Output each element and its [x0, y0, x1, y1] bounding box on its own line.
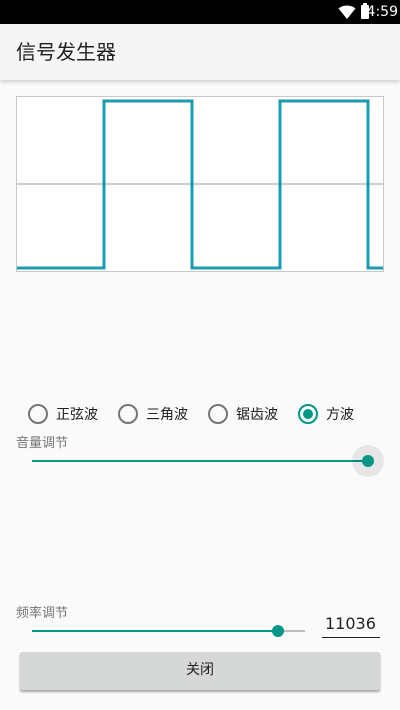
wifi-icon	[338, 5, 356, 19]
status-time: 4:59	[366, 4, 398, 20]
radio-circle-icon[interactable]	[208, 404, 228, 424]
status-bar: 4:59	[0, 0, 400, 24]
frequency-slider-thumb[interactable]	[272, 625, 284, 637]
volume-slider-fill	[32, 460, 368, 462]
radio-sawtooth[interactable]: 锯齿波	[208, 402, 278, 426]
volume-slider-thumb[interactable]	[362, 455, 374, 467]
radio-checked-icon[interactable]	[298, 404, 318, 424]
close-button[interactable]: 关闭	[20, 652, 380, 690]
app-title: 信号发生器	[16, 40, 116, 64]
frequency-slider-fill	[32, 630, 278, 632]
radio-triangle[interactable]: 三角波	[118, 402, 188, 426]
radio-sine-label: 正弦波	[56, 407, 98, 423]
wave-type-radio-group: 正弦波 三角波 锯齿波 方波	[28, 402, 388, 426]
frequency-slider[interactable]	[32, 619, 305, 643]
radio-circle-icon[interactable]	[118, 404, 138, 424]
waveform-display	[16, 96, 384, 272]
radio-square-label: 方波	[326, 407, 354, 423]
radio-sawtooth-label: 锯齿波	[236, 407, 278, 423]
frequency-input[interactable]: 11036	[322, 610, 380, 638]
volume-slider[interactable]	[32, 445, 384, 477]
radio-circle-icon[interactable]	[28, 404, 48, 424]
radio-square[interactable]: 方波	[298, 402, 354, 426]
radio-triangle-label: 三角波	[146, 407, 188, 423]
radio-sine[interactable]: 正弦波	[28, 402, 98, 426]
app-bar: 信号发生器	[0, 24, 400, 80]
